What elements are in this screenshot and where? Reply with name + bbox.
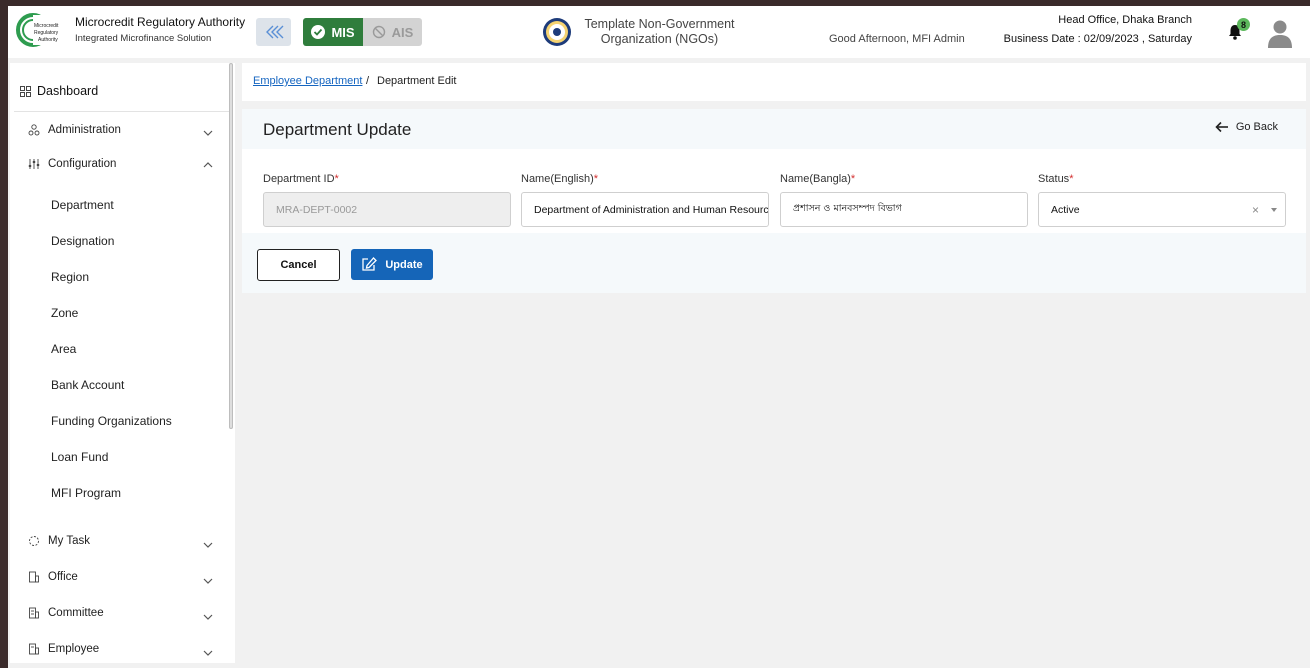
ngo-name: Template Non-Government Organization (NG… — [584, 17, 735, 46]
mis-toggle-button[interactable]: MIS — [303, 18, 363, 46]
breadcrumb-link-employee-department[interactable]: Employee Department — [253, 75, 362, 87]
chevron-down-icon[interactable] — [202, 575, 214, 587]
chevron-down-icon[interactable] — [202, 647, 214, 659]
cancel-button[interactable]: Cancel — [257, 249, 340, 281]
chevron-down-icon[interactable] — [202, 611, 214, 623]
page-title: Department Update — [263, 120, 412, 139]
user-avatar-icon[interactable] — [1266, 18, 1294, 48]
spinner-icon — [29, 536, 39, 546]
employee-icon — [29, 643, 39, 655]
caret-down-icon[interactable] — [1271, 208, 1277, 212]
sidebar-subitem-mfi-program[interactable]: MFI Program — [51, 486, 121, 500]
sidebar-subitem-department[interactable]: Department — [51, 198, 114, 212]
sidebar-subitem-area[interactable]: Area — [51, 342, 76, 356]
sidebar-subitem-loan-fund[interactable]: Loan Fund — [51, 450, 108, 464]
branch-name: Head Office, Dhaka Branch — [1058, 14, 1192, 26]
ban-icon — [372, 25, 385, 39]
arrow-left-icon — [1215, 121, 1228, 133]
sidebar-subitem-designation[interactable]: Designation — [51, 234, 114, 248]
ais-toggle-button[interactable]: AIS — [363, 18, 422, 46]
status-selected-value: Active — [1051, 203, 1080, 216]
breadcrumb: Employee Department / Department Edit — [242, 63, 1306, 101]
svg-text:Regulatory: Regulatory — [34, 30, 59, 36]
name-english-label: Name(English)* — [521, 173, 599, 185]
sidebar-item-dashboard[interactable]: Dashboard — [20, 84, 98, 98]
go-back-button[interactable]: Go Back — [1215, 121, 1278, 133]
sliders-icon — [28, 159, 40, 169]
sidebar-item-office[interactable]: Office — [28, 571, 78, 583]
name-bangla-input[interactable]: প্রশাসন ও মানবসম্পদ বিভাগ — [780, 192, 1028, 227]
breadcrumb-current: Department Edit — [377, 75, 457, 87]
sidebar-subitem-bank-account[interactable]: Bank Account — [51, 378, 124, 392]
dept-id-field: MRA-DEPT-0002 — [263, 192, 511, 227]
sidebar-scrollbar[interactable] — [229, 63, 233, 429]
building-icon — [29, 571, 39, 583]
chevron-down-icon[interactable] — [202, 539, 214, 551]
chevron-down-icon[interactable] — [202, 127, 214, 139]
sidebar-item-employee[interactable]: Employee — [28, 643, 99, 655]
org-title: Microcredit Regulatory Authority — [75, 15, 246, 29]
sidebar-item-committee[interactable]: Committee — [28, 607, 104, 619]
business-date: Business Date : 02/09/2023 , Saturday — [1003, 33, 1192, 45]
name-bangla-label: Name(Bangla)* — [780, 173, 856, 185]
grid-icon — [20, 85, 31, 97]
sidebar-item-my-task[interactable]: My Task — [28, 535, 90, 547]
department-update-card: Department Update Go Back Department ID*… — [242, 109, 1306, 293]
dept-id-label: Department ID* — [263, 173, 339, 185]
ais-label: AIS — [391, 24, 414, 40]
edit-icon — [362, 257, 378, 271]
org-subtitle: Integrated Microfinance Solution — [75, 33, 212, 44]
sidebar-item-configuration[interactable]: Configuration — [28, 158, 116, 170]
top-header: Microcredit Regulatory Authority Microcr… — [8, 6, 1310, 58]
clear-icon[interactable]: × — [1252, 203, 1259, 217]
sidebar-subitem-zone[interactable]: Zone — [51, 306, 78, 320]
mis-label: MIS — [331, 24, 355, 40]
breadcrumb-separator: / — [366, 75, 370, 87]
department-form: Department ID* MRA-DEPT-0002 Name(Englis… — [242, 149, 1306, 233]
sidebar-subitem-funding-organizations[interactable]: Funding Organizations — [51, 414, 172, 428]
collapse-sidebar-button[interactable] — [256, 18, 291, 46]
mra-logo: Microcredit Regulatory Authority — [16, 13, 59, 47]
name-english-input[interactable]: Department of Administration and Human R… — [521, 192, 769, 227]
update-button[interactable]: Update — [351, 249, 433, 280]
sidebar-subitem-region[interactable]: Region — [51, 270, 89, 284]
sidebar-item-administration[interactable]: Administration — [28, 124, 121, 136]
double-chevron-left-icon — [265, 25, 283, 39]
sidebar-divider — [14, 111, 230, 112]
app-frame: Microcredit Regulatory Authority Microcr… — [8, 6, 1310, 668]
check-circle-icon — [311, 25, 326, 39]
status-label: Status* — [1038, 173, 1074, 185]
notification-badge: 8 — [1237, 18, 1250, 31]
greeting-text: Good Afternoon, MFI Admin — [829, 33, 965, 45]
users-cog-icon — [28, 124, 40, 136]
committee-icon — [29, 607, 39, 619]
sidebar: Dashboard Administration Configuration D… — [10, 63, 235, 663]
card-header: Department Update Go Back — [242, 109, 1306, 149]
svg-text:Authority: Authority — [38, 37, 58, 43]
chevron-up-icon[interactable] — [202, 159, 214, 171]
status-select[interactable]: Active × — [1038, 192, 1286, 227]
svg-text:Microcredit: Microcredit — [34, 23, 59, 29]
